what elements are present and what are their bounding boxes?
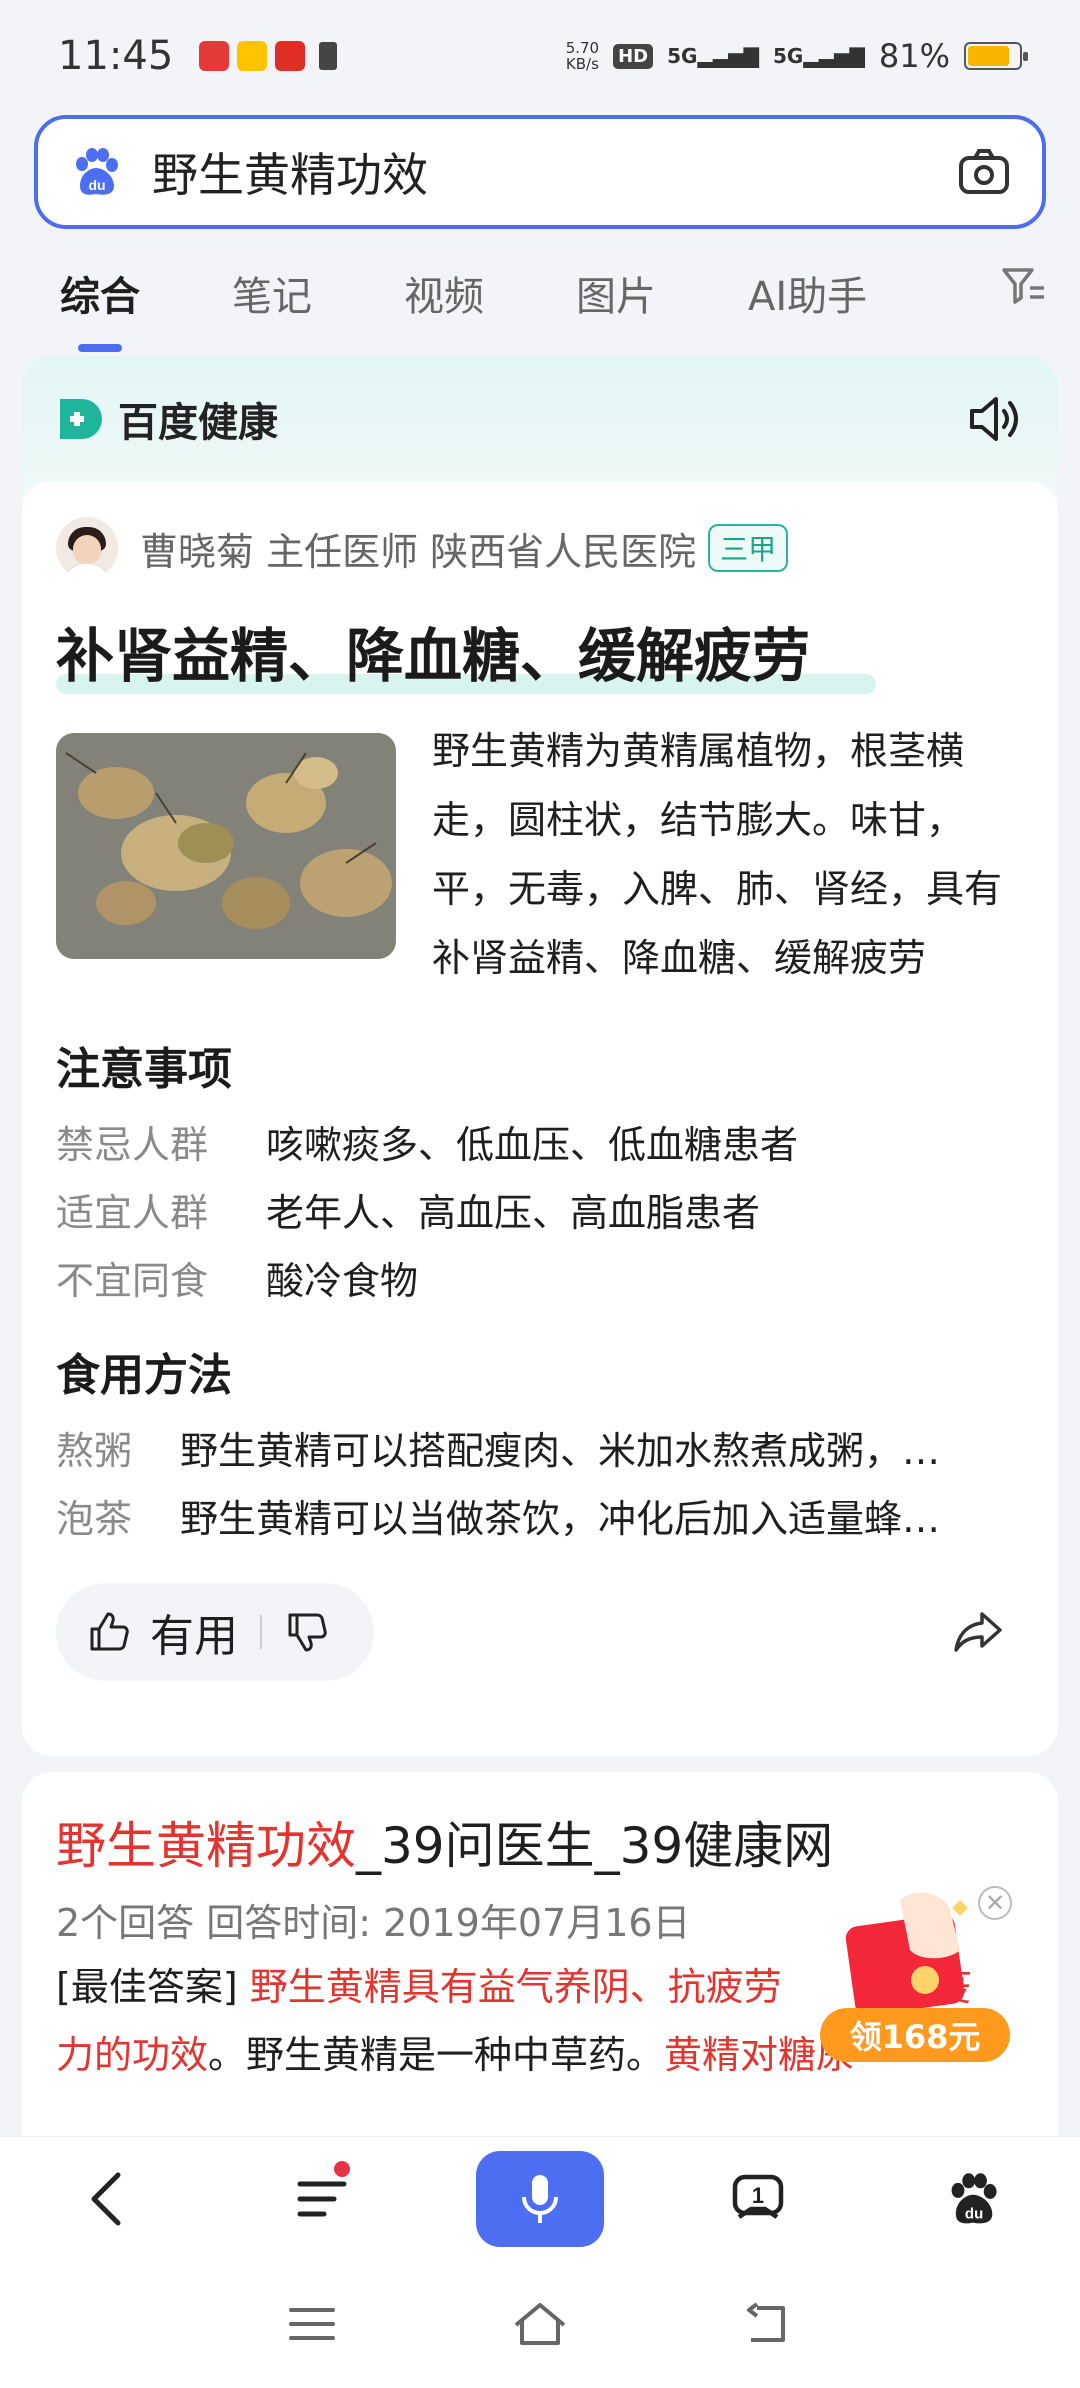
tabs-button[interactable]: 1: [698, 2149, 818, 2249]
baidu-health-logo[interactable]: 百度健康: [56, 390, 278, 448]
usage-key: 熬粥: [56, 1429, 133, 1473]
tabs-icon: 1: [733, 2174, 784, 2219]
signal-icon-2: 5G▂▃▅▇: [773, 44, 865, 68]
baidu-paw-icon[interactable]: du: [68, 144, 124, 200]
meituan-app-badge-icon: [237, 41, 268, 71]
svg-text:du: du: [88, 177, 105, 193]
thumbs-up-icon[interactable]: [86, 1609, 132, 1655]
notes-key: 适宜人群: [56, 1191, 209, 1235]
back-icon: [91, 2172, 121, 2225]
usage-list: 熬粥 野生黄精可以搭配瘦肉、米加水熬煮成粥，… 泡茶 野生黄精可以当做茶饮，冲化后加入…: [22, 1417, 1058, 1553]
filter-icon[interactable]: [998, 260, 1048, 310]
health-headline: 补肾益精、降血糖、缓解疲劳: [22, 579, 1058, 694]
tab-0[interactable]: 综合: [60, 264, 140, 352]
usage-key: 泡茶: [56, 1497, 133, 1541]
useful-button[interactable]: 有用: [150, 1600, 238, 1664]
notes-row: 禁忌人群 咳嗽痰多、低血压、低血糖患者: [22, 1111, 1058, 1179]
status-bar: 11:45 5.70 KB/s HD 5G▂▃▅▇ 5G▂▃▅▇ 81%: [0, 0, 1080, 112]
feedback-row: 有用: [22, 1583, 1058, 1681]
notes-title: 注意事项: [56, 1044, 232, 1095]
health-cross-icon: [60, 398, 102, 439]
svg-text:1: 1: [752, 2183, 764, 2208]
baidu-app-badge-icon: [199, 41, 230, 71]
share-icon[interactable]: [950, 1604, 1006, 1660]
search-input[interactable]: 野生黄精功效: [152, 139, 956, 205]
usage-title: 食用方法: [56, 1350, 232, 1401]
battery-percent: 81%: [878, 37, 950, 75]
pinduoduo-app-badge-icon: [275, 41, 306, 71]
thumbs-down-icon[interactable]: [284, 1609, 330, 1655]
doctor-avatar: [56, 517, 118, 579]
baidu-home-button[interactable]: du: [913, 2149, 1033, 2249]
hospital-grade-badge: 三甲: [708, 524, 789, 572]
menu-button[interactable]: [262, 2149, 382, 2249]
signal-icon: 5G▂▃▅▇: [667, 44, 759, 68]
mic-icon: [521, 2174, 558, 2223]
usage-row[interactable]: 熬粥 野生黄精可以搭配瘦肉、米加水熬煮成粥，…: [22, 1417, 1058, 1485]
baidu-home-icon: du: [951, 2172, 997, 2223]
net-speed: 5.70 KB/s: [565, 39, 600, 73]
health-card-body: 曹晓菊 主任医师 陕西省人民医院 三甲 补肾益精、降血糖、缓解疲劳 野生黄精为黄…: [22, 481, 1058, 1756]
system-nav-bar: [0, 2260, 1080, 2388]
notes-value: 咳嗽痰多、低血压、低血糖患者: [266, 1123, 799, 1167]
feedback-pill: 有用: [56, 1583, 374, 1681]
result-title-link[interactable]: 野生黄精功效_39问医生_39健康网: [22, 1772, 1058, 1878]
health-card-header: 百度健康: [22, 356, 1058, 481]
pill-divider: [260, 1615, 262, 1649]
intro-text: 野生黄精为黄精属植物，根茎横走，圆柱状，结节膨大。味甘，平，无毒，入脾、肺、肾经…: [432, 729, 1003, 980]
intro-row[interactable]: 野生黄精为黄精属植物，根茎横走，圆柱状，结节膨大。味甘，平，无毒，入脾、肺、肾经…: [22, 693, 1058, 993]
menu-icon: [297, 2181, 347, 2216]
doctor-name: 曹晓菊 主任医师 陕西省人民医院: [140, 529, 697, 574]
svg-text:du: du: [965, 2205, 983, 2222]
doctor-info-row[interactable]: 曹晓菊 主任医师 陕西省人民医院 三甲: [22, 481, 1058, 579]
notes-key: 不宜同食: [56, 1259, 209, 1303]
status-time: 11:45: [58, 33, 174, 79]
tab-1[interactable]: 笔记: [232, 264, 312, 322]
search-tabs: 综合 笔记 视频 图片 AI助手: [0, 248, 1080, 352]
notes-value: 酸冷食物: [266, 1259, 419, 1303]
promo-label[interactable]: 领168元: [820, 2008, 1010, 2062]
notes-list: 禁忌人群 咳嗽痰多、低血压、低血糖患者适宜人群 老年人、高血压、高血脂患者不宜同食 酸…: [22, 1111, 1058, 1315]
notes-value: 老年人、高血压、高血脂患者: [266, 1191, 761, 1235]
usage-value: 野生黄精可以当做茶饮，冲化后加入适量蜂…: [180, 1497, 941, 1541]
baidu-health-card: 百度健康 曹晓菊 主任医师 陕西省人民医院 三甲 补肾益精、降血糖、缓解疲劳 野…: [22, 356, 1058, 1756]
speaker-icon[interactable]: [964, 389, 1024, 449]
notes-row: 适宜人群 老年人、高血压、高血脂患者: [22, 1179, 1058, 1247]
system-back-icon[interactable]: [743, 2302, 793, 2346]
hd-icon: HD: [613, 43, 654, 69]
usage-value: 野生黄精可以搭配瘦肉、米加水熬煮成粥，…: [180, 1429, 941, 1473]
usage-row[interactable]: 泡茶 野生黄精可以当做茶饮，冲化后加入适量蜂…: [22, 1485, 1058, 1553]
notes-row: 不宜同食 酸冷食物: [22, 1247, 1058, 1315]
red-envelope-promo[interactable]: ✕ 领168元: [810, 1880, 1012, 2070]
home-icon[interactable]: [510, 2299, 570, 2349]
camera-icon[interactable]: [956, 144, 1012, 200]
bottom-nav-bar: 1 du: [0, 2136, 1080, 2260]
tab-4[interactable]: AI助手: [748, 264, 867, 322]
battery-icon: [964, 42, 1028, 70]
voice-search-button[interactable]: [475, 2150, 604, 2247]
tab-2[interactable]: 视频: [404, 264, 484, 322]
health-brand-label: 百度健康: [118, 399, 278, 446]
notification-dot: [333, 2160, 350, 2177]
sim-card-icon: [319, 42, 338, 70]
huangjing-image[interactable]: [56, 733, 396, 959]
tab-3[interactable]: 图片: [576, 264, 656, 322]
back-button[interactable]: [47, 2149, 167, 2249]
promo-close-icon[interactable]: ✕: [978, 1886, 1012, 1920]
notes-key: 禁忌人群: [56, 1123, 209, 1167]
recent-apps-icon[interactable]: [287, 2304, 337, 2344]
search-box[interactable]: du 野生黄精功效: [34, 115, 1046, 229]
